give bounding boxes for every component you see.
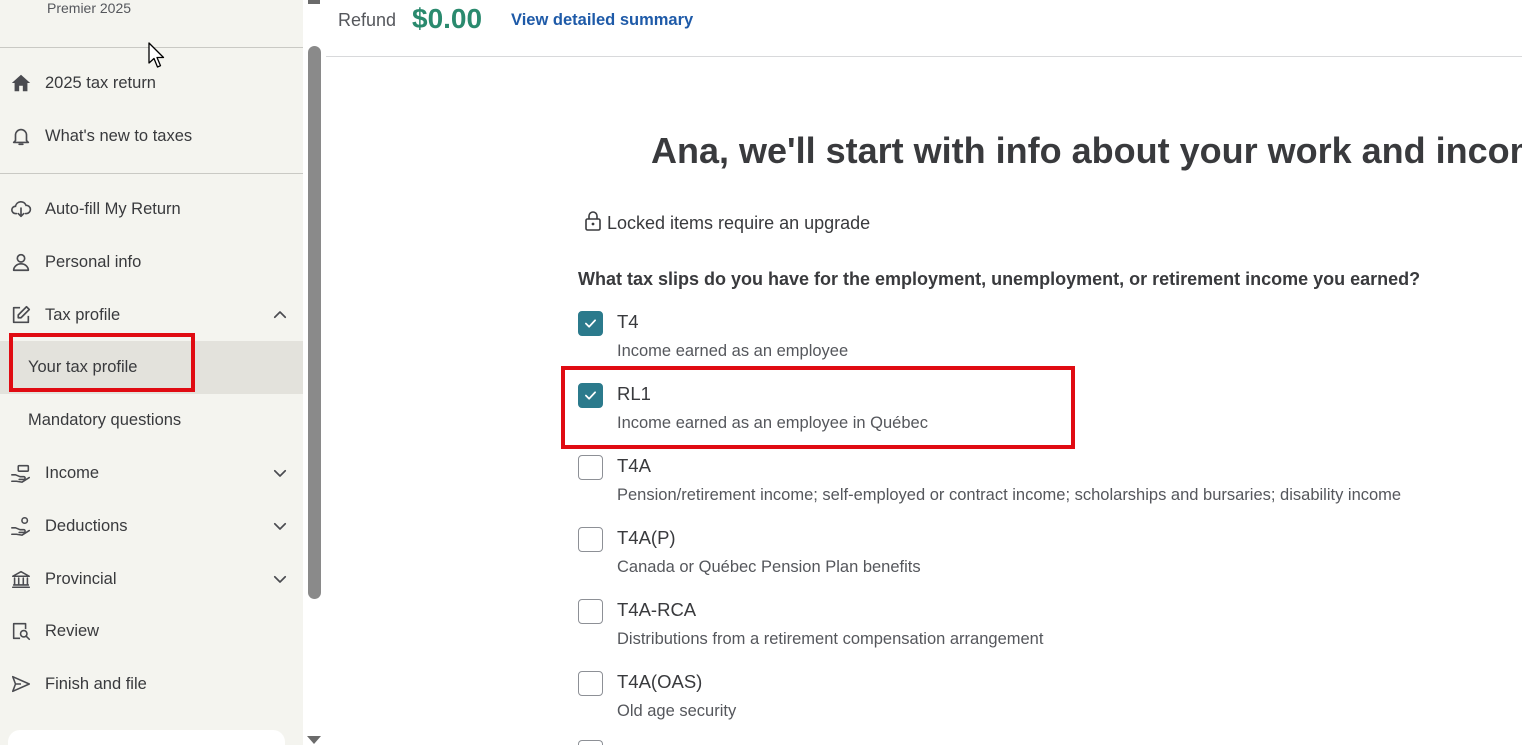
slip-checkbox[interactable] <box>578 311 603 336</box>
sidebar-subitem-mandatory-questions[interactable]: Mandatory questions <box>0 394 303 447</box>
sidebar-item-income[interactable]: Income <box>0 451 303 495</box>
bell-icon <box>10 125 32 147</box>
government-building-icon <box>10 568 32 590</box>
slip-description: Distributions from a retirement compensa… <box>617 630 1044 648</box>
sidebar-item-label: Provincial <box>45 569 117 588</box>
slip-name: T4 <box>617 311 639 332</box>
sidebar-subitem-label: Mandatory questions <box>28 411 182 429</box>
slip-name: T4A(P) <box>617 527 676 548</box>
slip-checkbox[interactable] <box>578 671 603 696</box>
sidebar-item-review[interactable]: Review <box>0 609 303 653</box>
sidebar-item-label: What's new to taxes <box>45 126 193 145</box>
sidebar-item-provincial[interactable]: Provincial <box>0 557 303 601</box>
document-search-icon <box>10 620 32 642</box>
sidebar-item-label: 2025 tax return <box>45 73 156 92</box>
slip-name: T4A(OAS) <box>617 671 703 692</box>
slip-name: T4A <box>617 455 651 476</box>
sidebar-item-deductions[interactable]: Deductions <box>0 504 303 548</box>
sidebar-item-personal-info[interactable]: Personal info <box>0 240 303 284</box>
slip-description: Old age security <box>617 702 737 720</box>
slip-checkbox[interactable] <box>578 527 603 552</box>
scroll-up-arrow[interactable] <box>308 0 320 4</box>
slip-description: Pension/retirement income; self-employed… <box>617 486 1402 504</box>
scrollbar-thumb[interactable] <box>308 46 321 599</box>
sidebar-item-label: Income <box>45 463 100 482</box>
person-icon <box>10 251 32 273</box>
slip-option-t4a-rca[interactable]: T4A-RCA Distributions from a retirement … <box>578 599 1478 671</box>
slip-option-t4a[interactable]: T4A Pension/retirement income; self-empl… <box>578 455 1478 527</box>
slip-checkbox[interactable] <box>578 740 603 745</box>
sidebar-item-label: Personal info <box>45 252 142 271</box>
slip-option-t4a-p[interactable]: T4A(P) Canada or Québec Pension Plan ben… <box>578 527 1478 599</box>
edit-icon <box>10 304 32 326</box>
sidebar-item-auto-fill[interactable]: Auto-fill My Return <box>0 187 303 231</box>
chevron-up-icon[interactable] <box>271 306 289 324</box>
header-divider <box>326 56 1522 57</box>
sidebar: Premier 2025 2025 tax return What's new … <box>0 0 303 745</box>
hand-coins-icon <box>10 462 32 484</box>
checkmark-icon <box>585 319 596 328</box>
sidebar-item-label: Deductions <box>45 516 128 535</box>
lock-icon <box>585 210 601 231</box>
sidebar-item-label: Review <box>45 621 100 640</box>
sidebar-item-label: Tax profile <box>45 305 121 324</box>
hand-receive-icon <box>10 515 32 537</box>
home-icon <box>10 72 32 94</box>
divider <box>0 173 303 174</box>
question-heading: What tax slips do you have for the emplo… <box>578 269 1421 289</box>
cloud-download-icon <box>10 198 32 220</box>
sidebar-bottom-card <box>8 730 285 745</box>
sidebar-item-tax-profile[interactable]: Tax profile <box>0 293 303 337</box>
slip-option-t4a-oas[interactable]: T4A(OAS) Old age security <box>578 671 1478 743</box>
sidebar-item-label: Auto-fill My Return <box>45 199 181 218</box>
view-detailed-summary-link[interactable]: View detailed summary <box>511 11 693 30</box>
chevron-down-icon[interactable] <box>271 517 289 535</box>
chevron-down-icon[interactable] <box>271 570 289 588</box>
mouse-cursor-icon <box>148 42 165 68</box>
locked-note: Locked items require an upgrade <box>584 210 871 234</box>
slip-checkbox[interactable] <box>578 455 603 480</box>
refund-amount: $0.00 <box>412 3 483 34</box>
chevron-down-icon[interactable] <box>271 464 289 482</box>
send-icon <box>10 673 32 695</box>
slip-checkbox[interactable] <box>578 599 603 624</box>
refund-label: Refund <box>338 10 397 30</box>
highlight-box <box>9 333 195 392</box>
product-name: Premier 2025 <box>47 0 132 16</box>
slip-description: Canada or Québec Pension Plan benefits <box>617 558 921 576</box>
sidebar-item-label: Finish and file <box>45 674 147 693</box>
page-title: Ana, we'll start with info about your wo… <box>651 130 1522 171</box>
highlight-box <box>561 366 1075 449</box>
scroll-down-arrow[interactable] <box>307 736 321 744</box>
slip-description: Income earned as an employee <box>617 342 849 360</box>
sidebar-item-whats-new[interactable]: What's new to taxes <box>0 114 303 158</box>
locked-note-text: Locked items require an upgrade <box>607 213 871 233</box>
slip-name: T4A-RCA <box>617 599 697 620</box>
sidebar-item-finish-and-file[interactable]: Finish and file <box>0 662 303 706</box>
